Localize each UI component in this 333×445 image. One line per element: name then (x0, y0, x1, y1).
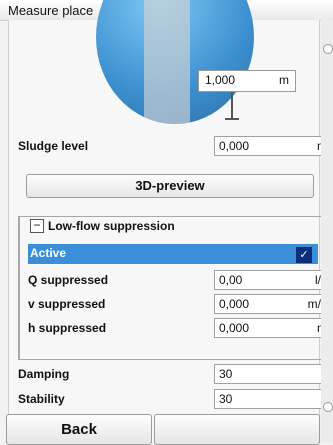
v-suppressed-field[interactable]: 0,000 m/s (214, 294, 332, 314)
window-title: Measure place (8, 3, 94, 18)
v-suppressed-label: v suppressed (28, 297, 106, 311)
q-suppressed-row: Q suppressed 0,00 l/s (18, 270, 332, 292)
damping-value: 30 (219, 367, 233, 381)
sludge-level-field[interactable]: 0,000 m (214, 136, 332, 156)
sludge-level-label: Sludge level (18, 139, 89, 153)
q-suppressed-value: 0,00 (219, 273, 243, 287)
right-scrollbar[interactable] (321, 20, 333, 443)
measure-unit: m (279, 73, 289, 87)
sludge-level-row: Sludge level 0,000 m (18, 136, 332, 158)
q-suppressed-field[interactable]: 0,00 l/s (214, 270, 332, 290)
measure-value-field[interactable]: 1,000 m (198, 70, 296, 92)
h-suppressed-row: h suppressed 0,000 m (18, 318, 332, 340)
damping-label: Damping (18, 367, 70, 381)
next-button[interactable] (154, 414, 320, 445)
vessel-diagram: 1,000 m (8, 0, 318, 133)
v-suppressed-row: v suppressed 0,000 m/s (18, 294, 332, 316)
damping-field[interactable]: 30 s (214, 364, 332, 384)
stability-field[interactable]: 30 s (214, 389, 332, 409)
active-label: Active (30, 246, 67, 260)
damping-row: Damping 30 s (18, 364, 332, 386)
scroll-knob-top[interactable] (323, 44, 333, 54)
sludge-level-value: 0,000 (219, 139, 250, 153)
low-flow-title: Low-flow suppression (48, 219, 175, 233)
scroll-knob-bottom[interactable] (323, 402, 333, 412)
stability-label: Stability (18, 392, 65, 406)
measure-arrow-base (225, 118, 239, 120)
stability-row: Stability 30 s (18, 389, 332, 411)
back-button[interactable]: Back (6, 414, 152, 445)
measure-arrow (231, 92, 233, 120)
h-suppressed-field[interactable]: 0,000 m (214, 318, 332, 338)
preview-3d-button[interactable]: 3D-preview (26, 174, 314, 198)
minus-icon[interactable]: − (30, 219, 44, 233)
active-row[interactable]: Active ✓ (28, 244, 318, 264)
v-suppressed-value: 0,000 (219, 297, 250, 311)
h-suppressed-value: 0,000 (219, 321, 250, 335)
stability-value: 30 (219, 392, 233, 406)
q-suppressed-label: Q suppressed (28, 273, 109, 287)
h-suppressed-label: h suppressed (28, 321, 107, 335)
measure-value: 1,000 (205, 73, 236, 87)
checkmark-icon[interactable]: ✓ (296, 247, 312, 263)
